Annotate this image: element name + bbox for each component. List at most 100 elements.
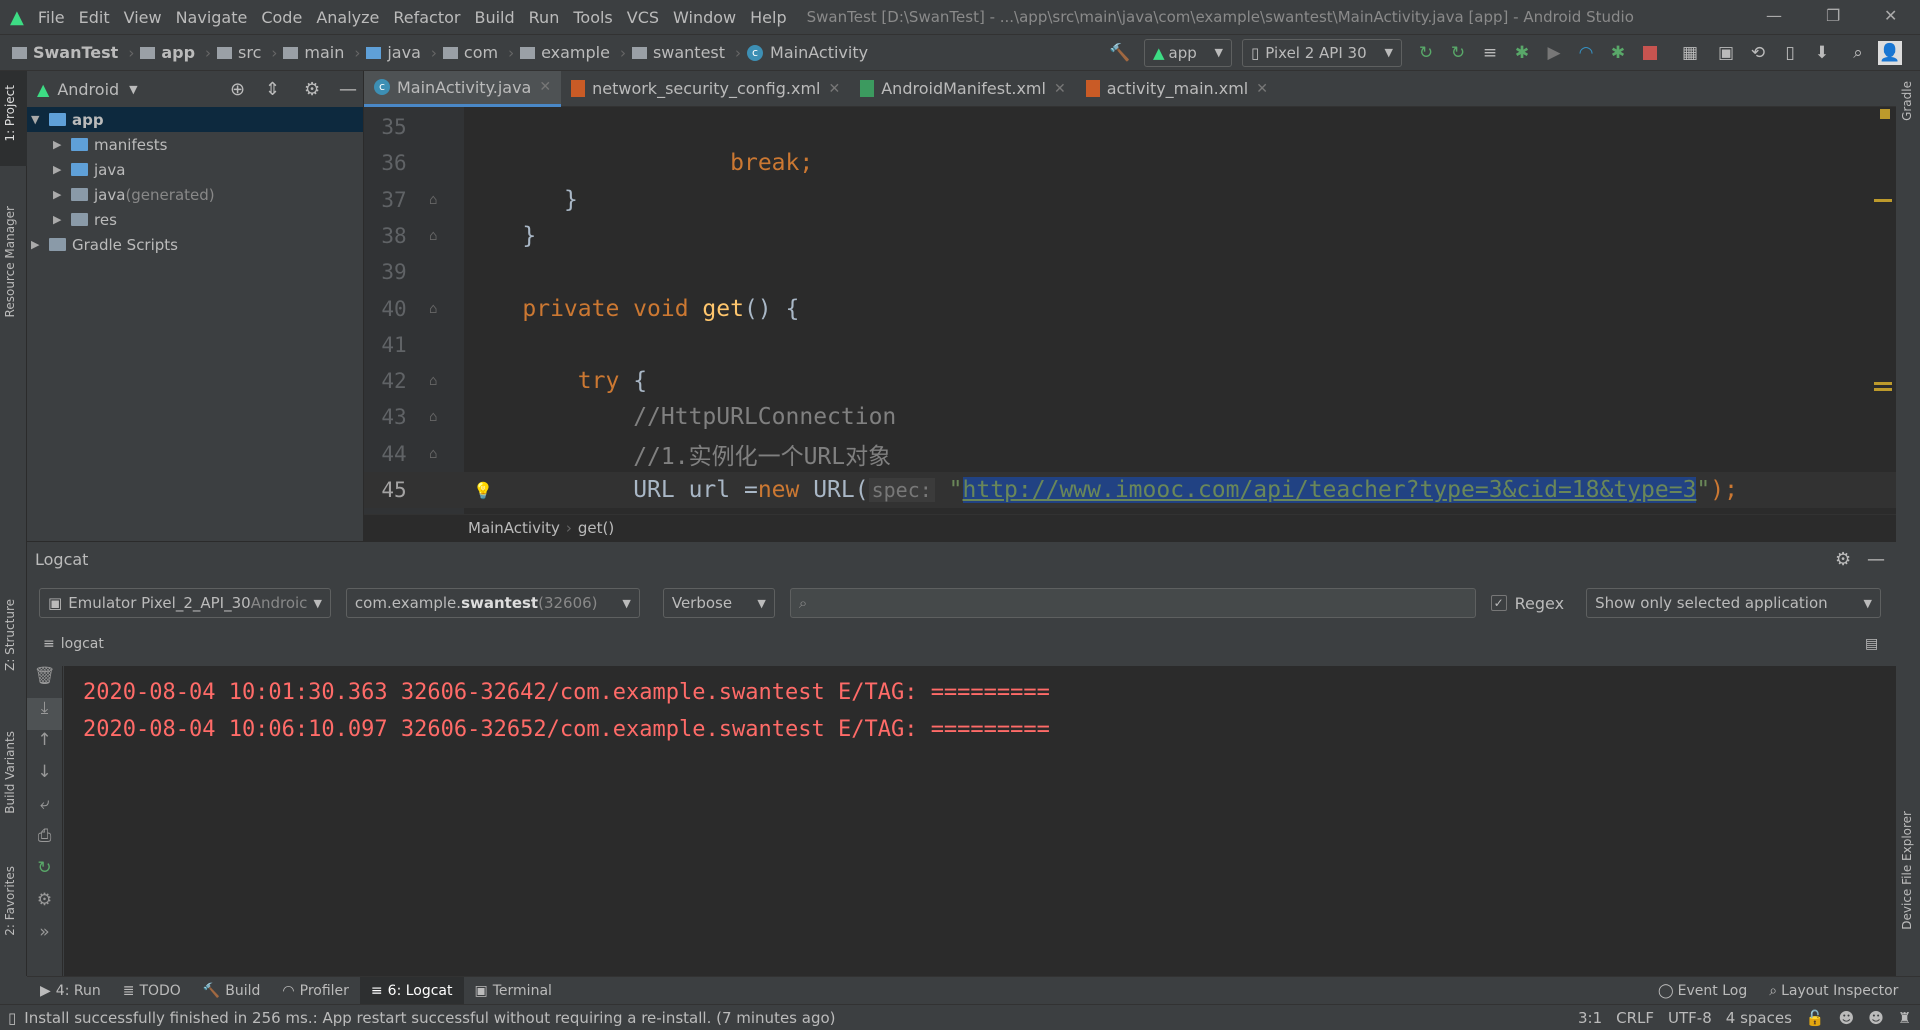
project-view-select[interactable]: Android (57, 80, 119, 99)
menu-run[interactable]: Run (529, 8, 560, 27)
feedback-icon[interactable]: ☻ (1868, 1009, 1884, 1027)
device-select[interactable]: ▯ Pixel 2 API 30 ▼ (1242, 38, 1402, 67)
down-icon[interactable]: ↓ (27, 762, 62, 794)
avd-manager-icon[interactable]: ▯ (1778, 41, 1802, 65)
smiley-icon[interactable]: ☻ (1839, 1009, 1855, 1027)
device-select[interactable]: ▣ Emulator Pixel_2_API_30 Androic ▼ (39, 588, 331, 618)
logcat-tab[interactable]: logcat (61, 636, 104, 652)
caret-position[interactable]: 3:1 (1578, 1009, 1602, 1027)
log-search-input[interactable]: ⌕ (789, 588, 1476, 618)
status-toggle-icon[interactable]: ▯ (8, 1009, 16, 1027)
run-config-select[interactable]: ▲ app ▼ (1144, 38, 1232, 67)
regex-checkbox[interactable]: ✓ (1490, 595, 1507, 611)
sdk-download-icon[interactable]: ⬇ (1810, 41, 1834, 65)
line-separator[interactable]: CRLF (1616, 1009, 1654, 1027)
tab-activity-main-xml[interactable]: activity_main.xml ✕ (1076, 71, 1278, 107)
attach-debugger-icon[interactable]: ✱ (1606, 41, 1630, 65)
tool-window-profiler[interactable]: ◠ Profiler (271, 977, 360, 1005)
breadcrumb-java[interactable]: java (366, 43, 421, 62)
tool-window-run[interactable]: ▶ 4: Run (29, 977, 112, 1005)
tree-item-gradle-scripts[interactable]: ▶ Gradle Scripts (27, 232, 363, 257)
stop-icon[interactable] (1638, 41, 1662, 65)
menu-build[interactable]: Build (474, 8, 514, 27)
gear-icon[interactable]: ⚙ (304, 79, 320, 100)
gradle-tool-button[interactable]: Gradle (1900, 81, 1914, 121)
event-log-button[interactable]: ◯ Event Log (1647, 977, 1758, 1005)
menu-help[interactable]: Help (750, 8, 786, 27)
menu-refactor[interactable]: Refactor (393, 8, 460, 27)
gear-icon[interactable]: ⚙ (27, 890, 62, 922)
restore-button[interactable]: ❐ (1826, 6, 1840, 25)
layout-inspector-button[interactable]: ⌕ Layout Inspector (1758, 977, 1909, 1005)
tab-androidmanifest-xml[interactable]: AndroidManifest.xml ✕ (850, 71, 1075, 107)
favorites-tool-button[interactable]: 2: Favorites (3, 866, 17, 936)
log-level-select[interactable]: Verbose ▼ (662, 588, 775, 618)
layout-icon[interactable]: ▤ (1865, 636, 1878, 652)
more-icon[interactable]: » (27, 922, 62, 954)
indent-setting[interactable]: 4 spaces (1726, 1009, 1792, 1027)
tool-window-todo[interactable]: ≣ TODO (112, 977, 192, 1005)
expanded-icon[interactable]: ▼ (31, 113, 49, 126)
breadcrumb-method[interactable]: get() (578, 519, 614, 537)
project-tool-button[interactable]: 1: Project (3, 85, 17, 142)
collapsed-icon[interactable]: ▶ (53, 138, 71, 151)
make-project-icon[interactable]: 🔨 (1108, 41, 1132, 65)
profile-icon[interactable]: ◠ (1574, 41, 1598, 65)
account-avatar[interactable]: 👤 (1878, 40, 1902, 65)
breadcrumb-app[interactable]: app (140, 43, 195, 62)
device-file-explorer-tool-button[interactable]: Device File Explorer (1900, 811, 1914, 930)
search-icon[interactable]: ⌕ (1846, 41, 1870, 65)
fold-marker-icon[interactable]: ⌂ (429, 301, 437, 317)
hide-icon[interactable]: — (339, 79, 357, 100)
tool-window-logcat[interactable]: ≡ 6: Logcat (359, 976, 464, 1005)
tree-item-app[interactable]: ▼ app (27, 107, 363, 132)
apply-changes-icon[interactable]: ↻ (1414, 41, 1438, 65)
fold-marker-icon[interactable]: ⌂ (429, 373, 437, 389)
collapsed-icon[interactable]: ▶ (53, 163, 71, 176)
breadcrumb-class[interactable]: MainActivity (468, 519, 560, 537)
trash-icon[interactable]: 🗑 (27, 666, 62, 698)
restart-icon[interactable]: ↻ (27, 858, 62, 890)
tab-network-security-config-xml[interactable]: network_security_config.xml ✕ (561, 71, 850, 107)
breadcrumb-swantest[interactable]: swantest (631, 43, 725, 62)
print-icon[interactable]: ⎙ (27, 826, 62, 858)
collapsed-icon[interactable]: ▶ (31, 238, 49, 251)
breadcrumb-com[interactable]: com (442, 43, 498, 62)
sdk-manager-icon[interactable]: ▣ (1714, 41, 1738, 65)
lightbulb-icon[interactable]: 💡 (473, 481, 493, 500)
collapse-all-icon[interactable]: ⇕ (265, 79, 280, 100)
hide-icon[interactable]: — (1867, 549, 1885, 570)
filter-select[interactable]: Show only selected application ▼ (1586, 588, 1881, 618)
breadcrumb-main[interactable]: main (283, 43, 344, 62)
lock-icon[interactable]: 🔓 (1806, 1009, 1825, 1027)
soft-wrap-icon[interactable]: ⤶ (27, 794, 62, 826)
close-tab-icon[interactable]: ✕ (1054, 81, 1066, 97)
breadcrumb-src[interactable]: src (217, 43, 261, 62)
project-structure-icon[interactable]: ▦ (1678, 41, 1702, 65)
tree-item-java[interactable]: ▶ java (27, 157, 363, 182)
file-encoding[interactable]: UTF-8 (1668, 1009, 1712, 1027)
tab-mainactivity-java[interactable]: c MainActivity.java ✕ (364, 70, 562, 107)
build-variants-tool-button[interactable]: Build Variants (3, 731, 17, 814)
breadcrumb-example[interactable]: example (520, 43, 610, 62)
close-tab-icon[interactable]: ✕ (829, 81, 841, 97)
menu-vcs[interactable]: VCS (627, 8, 659, 27)
minimize-button[interactable]: — (1766, 6, 1782, 25)
log-line[interactable]: 2020-08-04 10:01:30.363 32606-32642/com.… (83, 674, 1896, 711)
process-select[interactable]: com.example. swantest (32606) ▼ (345, 588, 640, 618)
menu-tools[interactable]: Tools (573, 8, 612, 27)
menu-file[interactable]: File (38, 8, 65, 27)
apply-code-changes-icon[interactable]: ↻ (1446, 41, 1470, 65)
close-button[interactable]: ✕ (1884, 6, 1897, 25)
resource-manager-tool-button[interactable]: Resource Manager (3, 206, 17, 317)
fold-marker-icon[interactable]: ⌂ (429, 409, 437, 425)
gear-icon[interactable]: ⚙ (1835, 549, 1851, 570)
scroll-to-end-icon[interactable]: ⤓ (27, 698, 62, 730)
menu-code[interactable]: Code (261, 8, 302, 27)
gradle-sync-icon[interactable]: ⟲ (1746, 41, 1770, 65)
fold-marker-icon[interactable]: ⌂ (429, 192, 437, 208)
logcat-output[interactable]: 2020-08-04 10:01:30.363 32606-32642/com.… (64, 666, 1896, 977)
close-tab-icon[interactable]: ✕ (539, 79, 551, 95)
menu-window[interactable]: Window (673, 8, 736, 27)
tree-item-manifests[interactable]: ▶ manifests (27, 132, 363, 157)
